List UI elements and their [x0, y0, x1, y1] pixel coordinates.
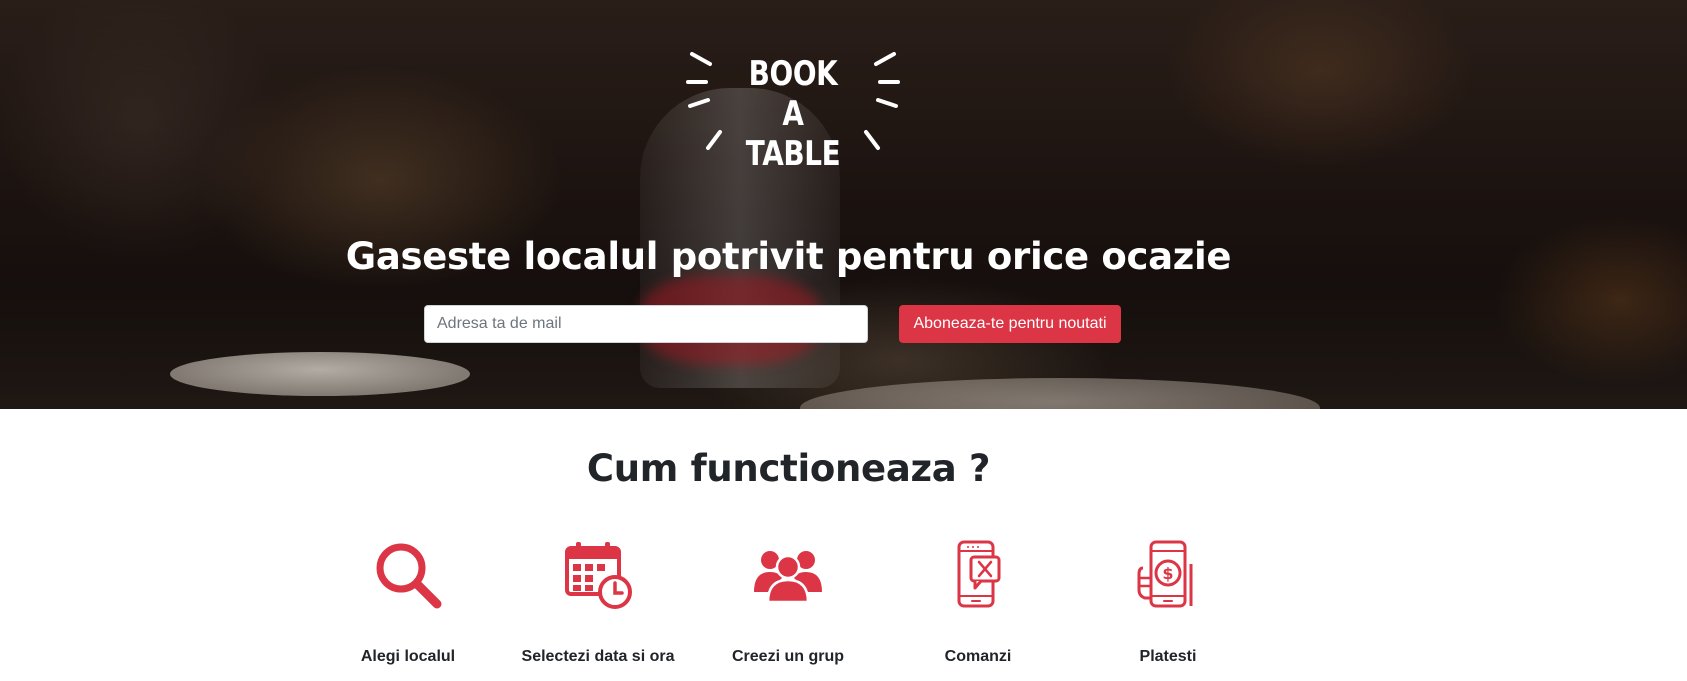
- phone-order-icon: [957, 540, 1001, 608]
- how-it-works-title: Cum functioneaza ?: [586, 447, 991, 490]
- step-pay: $ Platesti: [1078, 540, 1258, 670]
- logo-text: BOOK A TABLE: [745, 54, 841, 174]
- step-label: Selectezi data si ora: [521, 648, 675, 665]
- book-a-table-logo[interactable]: BOOK A TABLE: [686, 48, 900, 174]
- hero-banner: BOOK A TABLE Gaseste localul potrivit pen…: [0, 0, 1687, 409]
- calendar-clock-icon: [565, 542, 632, 609]
- step-create-group: Creezi un grup: [698, 540, 878, 670]
- subscribe-button[interactable]: Aboneaza-te pentru noutati: [899, 305, 1121, 343]
- hero-headline: Gaseste localul potrivit pentru orice oc…: [345, 234, 1232, 278]
- step-order: Comanzi: [888, 540, 1068, 670]
- group-icon: [754, 551, 822, 604]
- phone-payment-icon: $: [1137, 540, 1193, 608]
- step-label: Alegi localul: [360, 648, 456, 665]
- email-input[interactable]: [424, 305, 868, 343]
- step-label: Creezi un grup: [731, 648, 844, 665]
- hero-content: BOOK A TABLE Gaseste localul potrivit pen…: [0, 0, 1687, 409]
- step-choose-venue: Alegi localul: [318, 540, 498, 670]
- step-label: Platesti: [1139, 648, 1197, 665]
- search-icon: [376, 543, 442, 609]
- step-label: Comanzi: [944, 648, 1012, 665]
- svg-text:$: $: [1162, 564, 1173, 583]
- step-select-date: Selectezi data si ora: [508, 540, 688, 670]
